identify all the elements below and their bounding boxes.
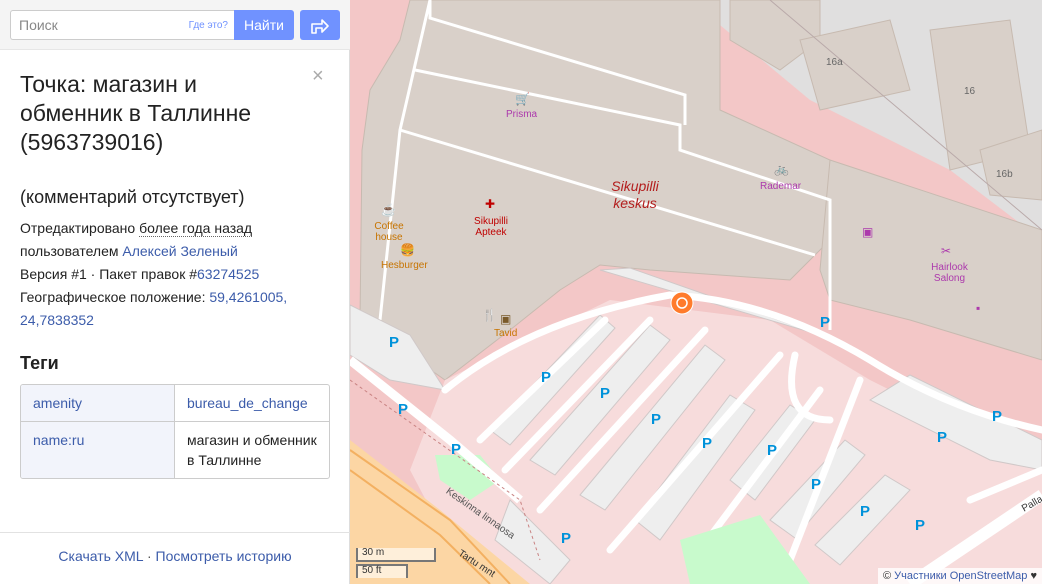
parking-icon: P [811, 476, 822, 493]
parking-icon: P [398, 401, 409, 418]
parking-icon: P [561, 530, 572, 547]
parking-icon: P [767, 442, 778, 459]
burger-icon: 🍔 [400, 243, 415, 257]
directions-icon [311, 19, 329, 34]
heart-icon: ♥ [1027, 570, 1037, 582]
shopping-cart-icon: 🛒 [515, 92, 530, 106]
tag-key[interactable]: name:ru [21, 421, 175, 478]
poi-coffee-house[interactable]: Coffee house [370, 221, 408, 243]
directions-button[interactable] [300, 10, 340, 40]
attribution-link[interactable]: Участники OpenStreetMap [894, 570, 1027, 582]
poi-hesburger[interactable]: Hesburger [381, 260, 428, 271]
edited-line: Отредактировано более года назад [20, 217, 332, 240]
user-link[interactable]: Алексей Зеленый [122, 243, 237, 259]
edited-prefix: Отредактировано [20, 220, 140, 236]
feature-title: Точка: магазин и обменник в Таллинне (59… [20, 71, 252, 155]
parking-icon: P [860, 503, 871, 520]
parking-icon: P [651, 411, 662, 428]
location-line: Географическое положение: 59,4261005, 24… [20, 286, 332, 332]
edited-by-prefix: пользователем [20, 243, 123, 259]
parking-icon: P [992, 408, 1003, 425]
map-attribution: © Участники OpenStreetMap ♥ [877, 568, 1042, 584]
poi-tavid[interactable]: Tavid [494, 328, 517, 339]
speaker-icon: ▪ [976, 301, 981, 315]
poi-prisma[interactable]: Prisma [506, 109, 537, 120]
where-is-this-link[interactable]: Где это? [189, 20, 228, 31]
money-icon: ▣ [500, 312, 512, 326]
changeset-link[interactable]: 63274525 [197, 266, 259, 282]
map-view[interactable]: 16a 16 16b 🛒 Prisma 🚲 Rademar Sikupilli … [350, 0, 1042, 584]
edited-time: более года назад [139, 220, 253, 237]
version-prefix: Версия #1 · Пакет правок # [20, 266, 197, 282]
changeset-comment: (комментарий отсутствует) [20, 187, 245, 207]
parking-icon: P [600, 385, 611, 402]
feature-detail: Точка: магазин и обменник в Таллинне (59… [20, 50, 332, 479]
restaurant-icon: 🍴 [482, 308, 497, 322]
attribution-prefix: © [882, 570, 895, 582]
coffee-icon: ☕ [381, 203, 396, 217]
scale-imperial: 50 ft [356, 564, 408, 578]
money-icon: ▣ [862, 225, 874, 239]
poi-hairlook-salong[interactable]: Hairlook Salong [927, 262, 972, 284]
search-bar: Где это? Найти [0, 0, 350, 50]
download-xml-link[interactable]: Скачать XML [58, 548, 143, 564]
scale-metric: 30 m [356, 548, 436, 562]
table-row: amenity bureau_de_change [21, 385, 329, 421]
poi-rademar[interactable]: Rademar [760, 181, 801, 192]
location-label: Географическое положение: [20, 289, 210, 305]
footer-separator: · [143, 548, 156, 564]
parking-icon: P [820, 314, 831, 331]
tags-heading: Теги [20, 353, 59, 373]
sidebar: Где это? Найти × Точка: магазин и обменн… [0, 0, 350, 584]
house-number-16a: 16a [826, 57, 843, 68]
table-row: name:ru магазин и обменник в Таллинне [21, 421, 329, 478]
version-line: Версия #1 · Пакет правок #63274525 [20, 263, 332, 286]
selected-marker[interactable] [670, 291, 694, 315]
parking-icon: P [541, 369, 552, 386]
sidebar-footer: Скачать XML · Посмотреть историю [0, 532, 350, 584]
tag-value: магазин и обменник в Таллинне [175, 421, 329, 478]
tag-key[interactable]: amenity [21, 385, 175, 421]
parking-icon: P [389, 334, 400, 351]
poi-sikupilli-apteek[interactable]: Sikupilli Apteek [470, 216, 512, 238]
tags-table: amenity bureau_de_change name:ru магазин… [20, 384, 330, 479]
parking-icon: P [915, 517, 926, 534]
view-history-link[interactable]: Посмотреть историю [156, 548, 292, 564]
tag-value[interactable]: bureau_de_change [175, 385, 329, 421]
parking-icon: P [702, 435, 713, 452]
feature-metadata: Отредактировано более года назад пользов… [20, 217, 332, 332]
map-scale: 30 m 50 ft [356, 548, 442, 580]
parking-icon: P [451, 441, 462, 458]
hairdresser-icon: ✂ [941, 244, 952, 258]
search-input-wrapper: Где это? [10, 10, 234, 40]
house-number-16b: 16b [996, 169, 1013, 180]
pharmacy-icon: ✚ [485, 197, 496, 211]
parking-icon: P [937, 429, 948, 446]
search-button[interactable]: Найти [234, 10, 294, 40]
edited-by-line: пользователем Алексей Зеленый [20, 240, 332, 263]
bicycle-icon: 🚲 [774, 162, 789, 176]
house-number-16: 16 [964, 86, 976, 97]
label-sikupilli-keskus: Sikupilli keskus [611, 178, 659, 211]
